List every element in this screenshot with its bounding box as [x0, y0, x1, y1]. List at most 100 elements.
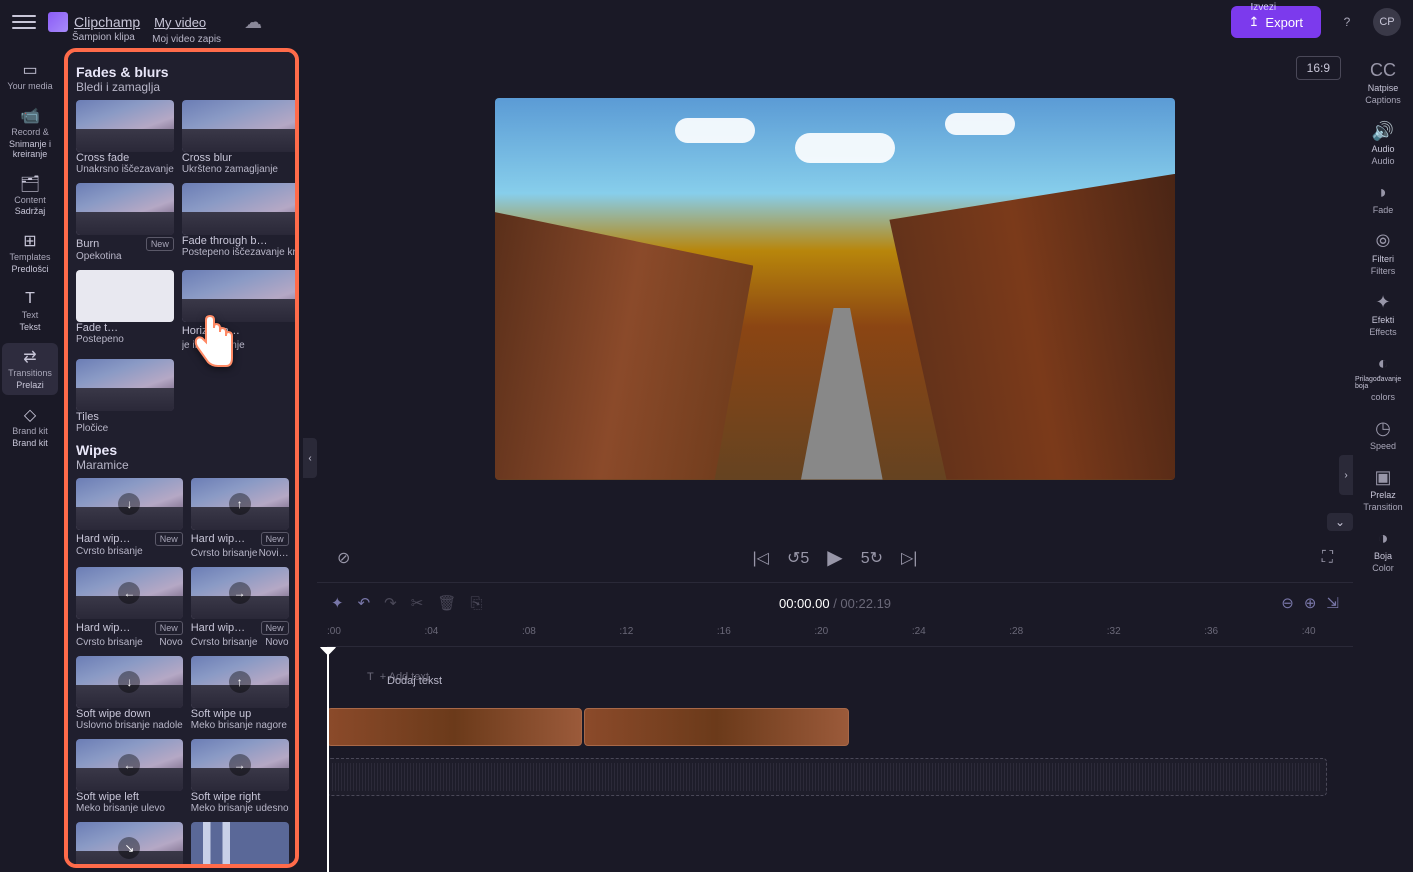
nav-content[interactable]: 🗂ContentSadržaj: [2, 170, 58, 222]
prop-filters[interactable]: ⦾FilteriFilters: [1355, 227, 1411, 280]
cloud-sync-icon[interactable]: ☁: [244, 12, 262, 33]
nav-text[interactable]: TTextTekst: [2, 285, 58, 337]
playback-controls: ⊘ |◁ ↺5 ▶ 5↻ ▷| ⛶ ⌄: [317, 533, 1353, 582]
fullscreen-icon[interactable]: ⛶: [1322, 549, 1333, 567]
audio-icon: 🔊: [1372, 121, 1394, 142]
templates-icon: ⊞: [20, 231, 40, 251]
video-preview[interactable]: [495, 98, 1175, 480]
delete-icon[interactable]: 🗑: [437, 594, 456, 612]
transition-fade-black[interactable]: Fade through b…Postepeno iščezavanje kro…: [182, 183, 299, 262]
nav-transitions[interactable]: ⇄TransitionsPrelazi: [2, 343, 58, 395]
prop-speed[interactable]: ◷Speed: [1355, 414, 1411, 455]
prop-color[interactable]: ◑BojaColor: [1355, 524, 1411, 577]
transition-hard-wipe-up[interactable]: ↑Hard wip…NewČvrsto brisanjeNovi…: [191, 478, 289, 559]
play-icon[interactable]: ▶: [827, 545, 842, 570]
rewind-icon[interactable]: ↺5: [787, 548, 809, 568]
copy-icon[interactable]: ⎘: [470, 595, 482, 612]
nav-templates[interactable]: ⊞TemplatesPredlošci: [2, 227, 58, 279]
transition-hard-wipe-down[interactable]: ↓Hard wip…NewČvrsto brisanje: [76, 478, 183, 559]
audio-track[interactable]: ♪+ Add audio Dodavanje zvuka: [327, 757, 1353, 797]
nav-brand-kit[interactable]: ◇Brand kitBrand kit: [2, 401, 58, 453]
transitions-panel: Fades & blurs Bledi i zamaglja Cross fad…: [64, 48, 299, 868]
collapse-preview-button[interactable]: ⌄: [1327, 513, 1353, 531]
logo-icon: [48, 12, 68, 32]
arrow-down-icon: ↓: [118, 493, 140, 515]
transition-soft-wipe-up[interactable]: ↑Soft wipe upMeko brisanje nagore: [191, 656, 289, 731]
speed-icon: ◷: [1375, 418, 1391, 439]
brand-icon: ◇: [20, 405, 40, 425]
media-icon: ▭: [20, 60, 40, 80]
category-fades-title: Fades & blurs: [76, 64, 287, 80]
filters-icon: ⦾: [1376, 231, 1390, 252]
right-sidebar: CCNatpiseCaptions 🔊AudioAudio ◗Fade ⦾Fil…: [1353, 44, 1413, 872]
prop-fade[interactable]: ◗Fade: [1355, 178, 1411, 219]
zoom-fit-icon[interactable]: ⇲: [1326, 594, 1339, 612]
transition-cross-blur[interactable]: Cross blurUkršteno zamagljanje: [182, 100, 299, 175]
playhead[interactable]: [327, 647, 329, 872]
auto-enhance-icon[interactable]: ✦: [331, 594, 344, 612]
transition-hard-wipe-right[interactable]: →Hard wip…NewČvrsto brisanjeNovo: [191, 567, 289, 648]
prop-audio[interactable]: 🔊AudioAudio: [1355, 117, 1411, 170]
redo-icon[interactable]: ↷: [384, 594, 397, 612]
export-button[interactable]: Izvezi ↥ Export: [1231, 6, 1321, 38]
arrow-right-icon: →: [229, 582, 251, 604]
arrow-left-icon: ←: [118, 582, 140, 604]
nav-record[interactable]: 📹Record &Snimanje i kreiranje: [2, 102, 58, 164]
zoom-in-icon[interactable]: ⊕: [1304, 594, 1317, 612]
video-title-input[interactable]: [152, 14, 232, 31]
help-button[interactable]: ?: [1333, 8, 1361, 36]
text-track[interactable]: T+ Add text Dodaj tekst: [327, 657, 1353, 697]
transition-soft-wipe-left[interactable]: ←Soft wipe leftMeko brisanje ulevo: [76, 739, 183, 814]
color-icon: ◑: [1378, 528, 1389, 549]
arrow-diagonal-icon: ↘: [118, 837, 140, 859]
prop-captions[interactable]: CCNatpiseCaptions: [1355, 56, 1411, 109]
nav-your-media[interactable]: ▭Your media: [2, 56, 58, 96]
split-icon[interactable]: ✂: [411, 594, 424, 612]
prop-adjust-colors[interactable]: ◐Prilagođavanje bojacolors: [1355, 349, 1411, 406]
prop-transition[interactable]: ▣PrelazTransition: [1355, 463, 1411, 516]
disable-preview-icon[interactable]: ⊘: [337, 548, 350, 568]
video-track[interactable]: [327, 707, 1353, 747]
new-badge: New: [297, 324, 299, 338]
preview-area: 16:9: [317, 44, 1353, 533]
category-fades-sub: Bledi i zamaglja: [76, 80, 287, 94]
content-icon: 🗂: [20, 174, 40, 194]
category-wipes-sub: Maramice: [76, 458, 287, 472]
transition-hard-wipe-left[interactable]: ←Hard wip…NewČvrsto brisanjeNovo: [76, 567, 183, 648]
category-wipes-title: Wipes: [76, 442, 287, 458]
undo-icon[interactable]: ↶: [358, 594, 371, 612]
right-panel-expand-button[interactable]: ›: [1339, 455, 1353, 495]
transition-cross-fade[interactable]: Cross fadeUnakrsno iščezavanje: [76, 100, 174, 175]
menu-button[interactable]: [12, 10, 36, 34]
skip-start-icon[interactable]: |◁: [753, 548, 769, 568]
captions-icon: CC: [1370, 60, 1396, 81]
panel-collapse-button[interactable]: ‹: [303, 438, 317, 478]
transition-burn[interactable]: BurnNewOpekotina: [76, 183, 174, 262]
arrow-right-icon: →: [229, 754, 251, 776]
brand-sub: Šampion klipa: [72, 32, 135, 43]
brand-logo[interactable]: Clipchamp Šampion klipa: [48, 12, 140, 32]
time-display: 00:00.00 / 00:22.19: [779, 596, 891, 611]
aspect-ratio-button[interactable]: 16:9: [1296, 56, 1341, 80]
forward-icon[interactable]: 5↻: [861, 548, 883, 568]
fade-icon: ◗: [1378, 182, 1389, 203]
time-ruler[interactable]: :00 :04 :08 :12 :16 :20 :24 :28 :32 :36 …: [327, 623, 1353, 647]
new-badge: New: [146, 237, 174, 251]
prop-effects[interactable]: ✦EfektiEffects: [1355, 288, 1411, 341]
transition-soft-wipe-right[interactable]: →Soft wipe rightMeko brisanje udesno: [191, 739, 289, 814]
arrow-down-icon: ↓: [118, 671, 140, 693]
transition-soft-wipe-down[interactable]: ↓Soft wipe downUslovno brisanje nadole: [76, 656, 183, 731]
video-clip-2[interactable]: [584, 708, 849, 746]
text-icon: T: [20, 289, 40, 309]
transition-tiles[interactable]: TilesPločice: [76, 359, 174, 434]
user-avatar[interactable]: CP: [1373, 8, 1401, 36]
transition-horizontal[interactable]: Horizonta…Newje iščezavanjeNovo: [182, 270, 299, 351]
video-clip-1[interactable]: [327, 708, 582, 746]
audio-waveform[interactable]: [327, 758, 1327, 796]
new-badge: New: [261, 621, 289, 635]
zoom-out-icon[interactable]: ⊖: [1281, 594, 1294, 612]
transition-fade-white[interactable]: Fade t…Postepeno: [76, 270, 174, 351]
transition-diagonal[interactable]: ↘Diagonal …NewDijagonalna…Novo: [76, 822, 183, 868]
transition-blinds[interactable]: BlindsNewRoletne: [191, 822, 289, 868]
skip-end-icon[interactable]: ▷|: [901, 548, 917, 568]
